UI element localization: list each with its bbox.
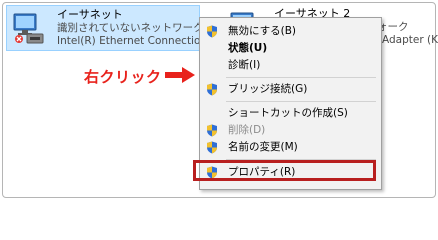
uac-shield-icon [207, 25, 217, 38]
menu-item-label: 診断(I) [228, 59, 261, 71]
network-adapter-icon [13, 13, 44, 44]
menu-item-rename[interactable]: 名前の変更(M) [200, 139, 381, 156]
menu-item-label: ショートカットの作成(S) [228, 107, 348, 119]
uac-shield-icon [207, 124, 217, 137]
right-arrow-icon [165, 67, 195, 83]
menu-item-label: 状態(U) [228, 42, 268, 54]
menu-item-diagnose[interactable]: 診断(I) [200, 57, 381, 74]
right-click-annotation: 右クリック [84, 68, 162, 86]
uac-shield-icon [207, 141, 217, 154]
menu-separator [226, 101, 376, 102]
menu-item-status[interactable]: 状態(U) [200, 40, 381, 57]
menu-item-label: 削除(D) [228, 124, 266, 136]
menu-item-label: 無効にする(B) [228, 25, 297, 37]
menu-item-disable[interactable]: 無効にする(B) [200, 23, 381, 40]
menu-item-label: ブリッジ接続(G) [228, 83, 308, 95]
menu-item-bridge[interactable]: ブリッジ接続(G) [200, 81, 381, 98]
menu-separator [226, 77, 376, 78]
menu-item-create-shortcut[interactable]: ショートカットの作成(S) [200, 105, 381, 122]
menu-item-delete: 削除(D) [200, 122, 381, 139]
adapter-ethernet-selected[interactable]: イーサネット 識別されていないネットワーク Intel(R) Ethernet … [6, 5, 228, 51]
uac-shield-icon [207, 83, 217, 96]
menu-item-label: 名前の変更(M) [228, 141, 298, 153]
properties-highlight-box [193, 160, 376, 181]
